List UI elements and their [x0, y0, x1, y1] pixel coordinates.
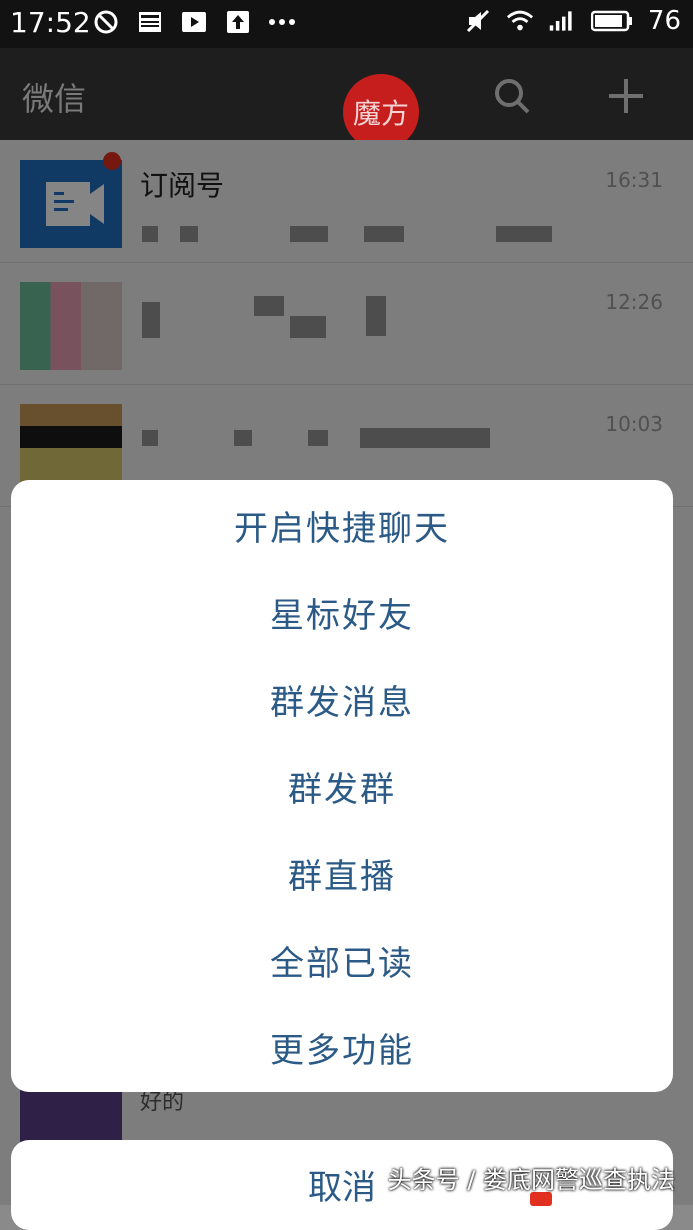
play-icon [180, 8, 208, 36]
status-time: 17:52 [10, 6, 91, 39]
status-bar: 17:52 76 [0, 0, 693, 48]
menu-item-star-friends[interactable]: 星标好友 [11, 569, 673, 656]
menu-item-group-live[interactable]: 群直播 [11, 830, 673, 917]
menu-item-broadcast-message[interactable]: 群发消息 [11, 656, 673, 743]
mute-icon [464, 7, 492, 35]
menu-item-quick-chat[interactable]: 开启快捷聊天 [11, 482, 673, 569]
watermark: 头条号 / 娄底网警巡查执法 [387, 1166, 675, 1194]
app-header: 微信 魔方 [0, 48, 693, 150]
action-sheet: 开启快捷聊天 星标好友 群发消息 群发群 群直播 全部已读 更多功能 [11, 480, 673, 1092]
upload-icon [224, 8, 252, 36]
wifi-icon [506, 7, 534, 35]
plus-icon[interactable] [606, 76, 646, 116]
app-title: 微信 [22, 80, 87, 118]
menu-item-mark-all-read[interactable]: 全部已读 [11, 917, 673, 1004]
menu-item-broadcast-group[interactable]: 群发群 [11, 743, 673, 830]
news-icon [136, 8, 164, 36]
mofang-badge[interactable]: 魔方 [343, 74, 419, 150]
more-dots-icon [268, 8, 296, 36]
battery-percent: 76 [647, 6, 681, 36]
clock-blocked-icon [92, 8, 120, 36]
search-icon[interactable] [492, 76, 532, 116]
battery-icon [590, 7, 634, 35]
menu-item-more-features[interactable]: 更多功能 [11, 1004, 673, 1091]
cancel-label: 取消 [308, 1168, 376, 1208]
signal-icon [548, 7, 576, 35]
